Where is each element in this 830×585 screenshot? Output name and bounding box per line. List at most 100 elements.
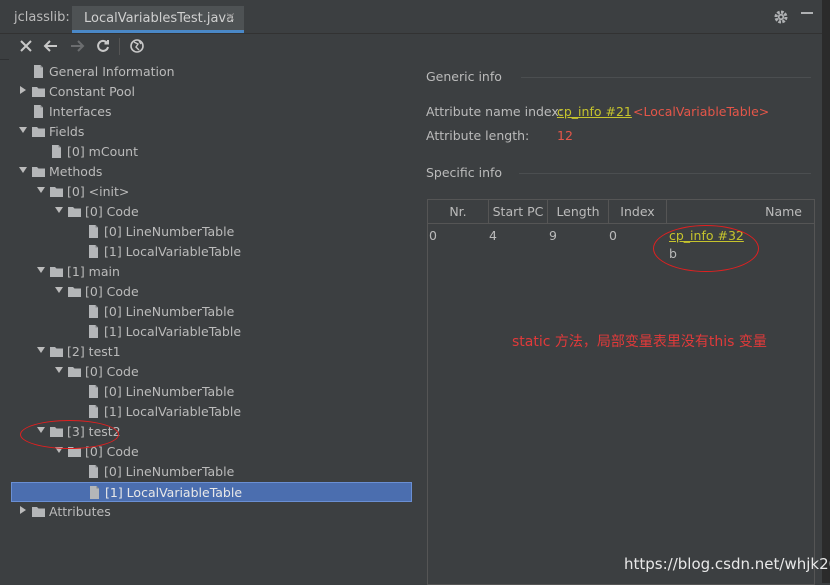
chevron-down-icon[interactable] — [36, 185, 46, 195]
tree-node[interactable]: Fields — [0, 122, 412, 142]
folder-icon — [68, 287, 81, 297]
minimize-icon[interactable] — [800, 6, 814, 20]
tree-node[interactable]: [0] Code — [0, 202, 412, 222]
attribute-length-label: Attribute length: — [426, 128, 530, 143]
tree-node-label: [1] LocalVariableTable — [104, 404, 242, 419]
tree-node[interactable]: [0] Code — [0, 362, 412, 382]
tree-node-label: [0] mCount — [67, 144, 138, 159]
chevron-down-icon[interactable] — [18, 125, 28, 135]
chevron-down-icon[interactable] — [54, 285, 64, 295]
tree-node[interactable]: [1] LocalVariableTable — [0, 322, 412, 342]
attribute-name-link[interactable]: cp_info #21 — [557, 104, 632, 119]
toolbar — [0, 34, 822, 59]
file-icon — [89, 405, 98, 418]
gear-icon[interactable] — [773, 9, 789, 25]
tree-node[interactable]: [0] mCount — [0, 142, 412, 162]
tree-node-label: Interfaces — [49, 104, 112, 119]
tree-node-label: [0] LineNumberTable — [104, 384, 235, 399]
tree-node[interactable]: [2] test1 — [0, 342, 412, 362]
folder-icon — [50, 187, 63, 197]
arrow-right-icon[interactable] — [69, 38, 85, 54]
file-icon — [89, 245, 98, 258]
tab-bar: jclasslib: LocalVariablesTest.java × — [0, 0, 822, 34]
tree-node[interactable]: [0] LineNumberTable — [0, 462, 412, 482]
tree-node-label: Fields — [49, 124, 85, 139]
tree-node[interactable]: Methods — [0, 162, 412, 182]
tree-node-label: Attributes — [49, 504, 111, 519]
name-highlight-ellipse — [653, 225, 759, 272]
tree-node-label: [1] LocalVariableTable — [105, 485, 243, 500]
chevron-down-icon[interactable] — [54, 365, 64, 375]
file-icon — [34, 65, 43, 78]
tree-node-label: Methods — [49, 164, 103, 179]
chevron-right-icon[interactable] — [18, 85, 28, 95]
column-header-start-pc[interactable]: Start PC — [489, 200, 548, 224]
file-icon — [89, 325, 98, 338]
tree-node[interactable]: [1] LocalVariableTable — [0, 402, 412, 422]
tree-node[interactable]: General Information — [0, 62, 412, 82]
tree-node[interactable]: [0] LineNumberTable — [0, 382, 412, 402]
folder-icon — [50, 267, 63, 277]
tree-node[interactable]: Interfaces — [0, 102, 412, 122]
tab-local-variables-test[interactable]: LocalVariablesTest.java × — [72, 6, 244, 33]
folder-icon — [68, 367, 81, 377]
tree-node-label: [0] LineNumberTable — [104, 464, 235, 479]
attribute-name-value: <LocalVariableTable> — [633, 104, 770, 119]
tree-node-label: [1] LocalVariableTable — [104, 324, 242, 339]
cell-nr: 0 — [429, 228, 437, 243]
tab-close-icon[interactable]: × — [225, 10, 236, 25]
attribute-detail-pane: Generic info Attribute name index: cp_in… — [415, 60, 822, 585]
column-header-nr[interactable]: Nr. — [428, 200, 489, 224]
tool-window-title: jclasslib: — [14, 10, 70, 25]
tree-node-label: [0] Code — [85, 364, 139, 379]
chevron-down-icon[interactable] — [36, 265, 46, 275]
cell-length: 9 — [549, 228, 557, 243]
file-icon — [89, 225, 98, 238]
tree-node[interactable]: [1] main — [0, 262, 412, 282]
close-icon[interactable] — [18, 38, 34, 54]
cell-start-pc: 4 — [489, 228, 497, 243]
column-header-index[interactable]: Index — [609, 200, 667, 224]
tree-node-label: General Information — [49, 64, 175, 79]
test2-highlight-ellipse — [20, 420, 119, 449]
chevron-right-icon[interactable] — [18, 505, 28, 515]
tree-node-label: [0] Code — [85, 204, 139, 219]
tree-node[interactable]: [1] LocalVariableTable — [11, 482, 412, 502]
generic-info-separator — [521, 77, 811, 78]
specific-info-title: Specific info — [426, 165, 503, 180]
file-icon — [89, 385, 98, 398]
tree-node[interactable]: Attributes — [0, 502, 412, 522]
tree-node-label: [1] LocalVariableTable — [104, 244, 242, 259]
file-icon — [90, 486, 99, 499]
tree-node[interactable]: [1] LocalVariableTable — [0, 242, 412, 262]
column-header-length[interactable]: Length — [548, 200, 609, 224]
folder-icon — [32, 87, 45, 97]
tree-node[interactable]: [0] Code — [0, 282, 412, 302]
tree-node[interactable]: [0] LineNumberTable — [0, 222, 412, 242]
tree-node[interactable]: [0] <init> — [0, 182, 412, 202]
tree-node-label: [0] LineNumberTable — [104, 224, 235, 239]
chevron-down-icon[interactable] — [54, 205, 64, 215]
tree-node[interactable]: Constant Pool — [0, 82, 412, 102]
folder-icon — [32, 127, 45, 137]
refresh-icon[interactable] — [95, 38, 111, 54]
tree-node-label: [0] Code — [85, 284, 139, 299]
class-structure-tree: General Information Constant Pool Interfac… — [0, 60, 415, 583]
file-icon — [34, 105, 43, 118]
cell-index: 0 — [609, 228, 617, 243]
right-tool-strip — [822, 0, 830, 583]
column-header-name[interactable]: Name — [667, 200, 814, 224]
file-icon — [52, 145, 61, 158]
chevron-down-icon[interactable] — [18, 165, 28, 175]
chevron-down-icon[interactable] — [36, 345, 46, 355]
folder-icon — [32, 507, 45, 517]
specific-info-separator — [519, 173, 811, 174]
tree-node[interactable]: [0] LineNumberTable — [0, 302, 412, 322]
annotation-note: static 方法，局部变量表里没有this 变量 — [512, 334, 767, 350]
tree-node-label: [0] <init> — [67, 184, 130, 199]
globe-icon[interactable] — [129, 38, 145, 54]
attribute-length-value: 12 — [557, 128, 573, 143]
tree-node-label: [0] LineNumberTable — [104, 304, 235, 319]
attribute-name-index-label: Attribute name index: — [426, 104, 563, 119]
arrow-left-icon[interactable] — [43, 38, 59, 54]
